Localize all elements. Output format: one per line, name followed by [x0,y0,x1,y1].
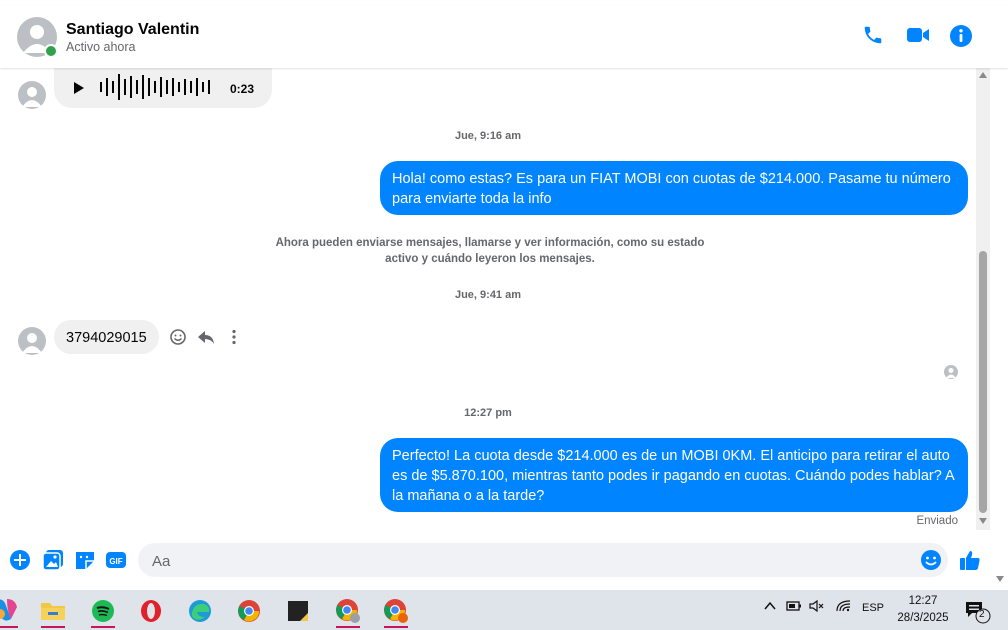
like-thumbs-up-icon[interactable] [958,548,984,574]
volume-muted-icon[interactable] [809,599,825,615]
incoming-message[interactable]: 3794029015 [54,320,159,354]
system-clock[interactable]: 12:27 28/3/2025 [888,593,958,627]
reply-icon[interactable] [197,328,215,346]
play-icon[interactable] [74,82,84,94]
opera-browser-icon[interactable] [131,594,171,628]
page-scroll-down-arrow-icon[interactable] [996,576,1004,582]
add-icon[interactable] [9,549,31,571]
show-hidden-icons-chevron-icon[interactable] [764,600,776,615]
timestamp: 12:27 pm [464,407,512,419]
message-composer: GIF [0,538,1008,584]
outgoing-message[interactable]: Perfecto! La cuota desde $214.000 es de … [380,438,968,512]
copilot-app-icon[interactable] [0,594,26,628]
contact-status: Activo ahora [66,40,136,54]
seen-by-avatar [944,365,958,379]
contact-name[interactable]: Santiago Valentin [66,21,199,39]
emoji-icon[interactable] [920,549,942,571]
message-thread: 0:23 Jue, 9:16 am Hola! como estas? Es p… [0,68,976,530]
wifi-icon[interactable] [836,600,852,615]
sender-avatar [18,327,46,355]
battery-icon[interactable] [786,600,802,615]
more-options-icon[interactable] [225,328,243,346]
sticky-notes-icon[interactable] [278,594,318,628]
sender-avatar [18,81,46,109]
scroll-thumb[interactable] [979,251,987,513]
notification-center-icon[interactable]: 2 [962,598,992,624]
scroll-up-arrow-icon[interactable] [979,72,987,78]
phone-call-icon[interactable] [862,24,888,50]
message-input[interactable] [150,543,914,579]
timestamp: Jue, 9:41 am [454,289,522,301]
timestamp: Jue, 9:16 am [454,130,522,142]
photo-gallery-icon[interactable] [42,549,64,571]
video-call-icon[interactable] [906,24,932,50]
clock-time: 12:27 [908,595,938,607]
spotify-icon[interactable] [83,594,123,628]
gif-icon[interactable]: GIF [105,549,127,571]
edge-browser-icon[interactable] [180,594,220,628]
scroll-down-arrow-icon[interactable] [979,518,987,524]
conversation-header: Santiago Valentin Activo ahora [0,6,1008,68]
chrome-profile-window-icon[interactable] [376,594,416,628]
chrome-browser-icon[interactable] [229,594,269,628]
file-explorer-icon[interactable] [33,594,73,628]
chat-scrollbar[interactable] [976,68,990,530]
system-notice: Ahora pueden enviarse mensajes, llamarse… [275,237,705,265]
online-status-dot [44,44,58,58]
svg-text:GIF: GIF [109,557,122,566]
outgoing-message[interactable]: Hola! como estas? Es para un FIAT MOBI c… [380,161,968,215]
info-icon[interactable] [949,24,975,50]
audio-message[interactable]: 0:23 [54,68,272,108]
input-language[interactable]: ESP [862,602,884,614]
notification-count: 2 [979,609,985,620]
sent-status: Enviado [916,515,958,527]
audio-duration: 0:23 [230,82,255,96]
react-emoji-icon[interactable] [169,328,187,346]
clock-date: 28/3/2025 [897,612,949,624]
chrome-profile-window-icon[interactable] [328,594,368,628]
windows-taskbar: ESP 12:27 28/3/2025 2 [0,590,1008,630]
message-input-box[interactable] [138,543,948,579]
sticker-icon[interactable] [74,549,96,571]
